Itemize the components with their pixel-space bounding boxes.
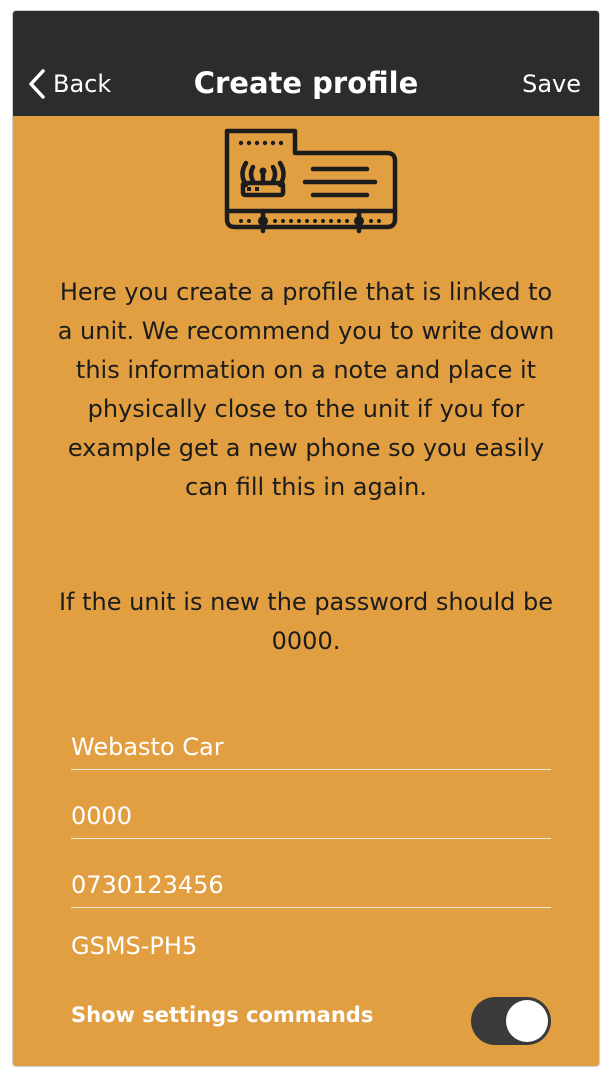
- router-card-icon: [224, 128, 398, 234]
- settings-commands-label: Show settings commands: [71, 1003, 374, 1027]
- password-value: 0000: [71, 802, 133, 830]
- toggle-knob: [506, 1000, 548, 1042]
- save-button[interactable]: Save: [522, 67, 581, 101]
- settings-commands-toggle[interactable]: [471, 997, 551, 1045]
- unit-type-selector[interactable]: GSMS-PH5: [71, 930, 197, 962]
- intro-text: Here you create a profile that is linked…: [57, 278, 555, 501]
- profile-name-value: Webasto Car: [71, 733, 224, 761]
- password-field[interactable]: 0000: [71, 790, 551, 839]
- phone-number-field[interactable]: 0730123456: [71, 859, 551, 908]
- app-screen: Back Create profile Save Here you create…: [12, 10, 600, 1067]
- profile-name-field[interactable]: Webasto Car: [71, 721, 551, 770]
- page-title: Create profile: [193, 66, 419, 100]
- password-note: If the unit is new the password should b…: [58, 588, 554, 655]
- navigation-bar: Back Create profile Save: [13, 11, 599, 116]
- phone-number-value: 0730123456: [71, 871, 224, 899]
